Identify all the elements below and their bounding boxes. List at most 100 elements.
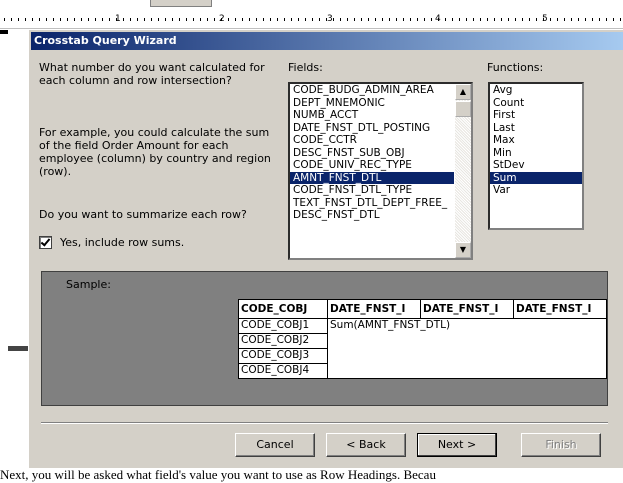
- ruler-tick: [18, 18, 19, 21]
- ruler-tick: [389, 18, 390, 21]
- ruler-tick: [508, 18, 509, 21]
- ruler-tick: [277, 18, 278, 21]
- field-item[interactable]: DEPT_MNEMONIC: [290, 97, 454, 110]
- ruler-tick: [522, 18, 523, 21]
- field-item[interactable]: DESC_FNST_SUB_OBJ: [290, 147, 454, 160]
- field-item[interactable]: DESC_FNST_DTL: [290, 209, 454, 222]
- sample-row-heading: CODE_COBJ2: [238, 333, 328, 349]
- sample-row-heading: CODE_COBJ3: [238, 348, 328, 364]
- ruler-tick: [144, 18, 145, 21]
- field-item[interactable]: CODE_CCTR: [290, 134, 454, 147]
- sample-row-heading: CODE_COBJ4: [238, 363, 328, 379]
- ruler-tick: [88, 18, 89, 21]
- ruler-tick: [312, 18, 313, 21]
- functions-label: Functions:: [487, 61, 544, 74]
- ruler-tick: [466, 18, 467, 21]
- ruler-tick: [60, 18, 61, 21]
- ruler-tick: [326, 18, 327, 21]
- ruler-tick: [214, 18, 215, 21]
- ruler-tick: [95, 18, 96, 21]
- ruler-tick: [620, 18, 621, 21]
- ruler-tick: [165, 18, 166, 21]
- row-sums-label[interactable]: Yes, include row sums.: [60, 236, 184, 249]
- ruler-tick: [592, 18, 593, 21]
- ruler-tick: [46, 18, 47, 21]
- field-item[interactable]: TEXT_FNST_DTL_DEPT_FREE_: [290, 197, 454, 210]
- ruler-tick: [172, 18, 173, 21]
- function-item[interactable]: Count: [490, 97, 582, 110]
- ruler-tick: [606, 18, 607, 21]
- sample-label: Sample:: [66, 278, 111, 291]
- ruler-tick: [410, 18, 411, 21]
- ruler-tick: [53, 18, 54, 21]
- ruler-tick: [473, 18, 474, 21]
- calculation-prompt: What number do you want calculated for e…: [39, 61, 265, 87]
- function-item[interactable]: Var: [490, 184, 582, 197]
- back-button[interactable]: < Back: [326, 433, 406, 457]
- ruler-tick: [361, 18, 362, 21]
- field-item[interactable]: CODE_UNIV_REC_TYPE: [290, 159, 454, 172]
- ruler-tick: [417, 18, 418, 21]
- ruler-tick: [81, 18, 82, 21]
- ruler-tick: [298, 18, 299, 21]
- ruler-tick: [74, 18, 75, 21]
- ruler-tick: [403, 18, 404, 21]
- ruler-tick: [116, 18, 117, 21]
- ruler-tick: [571, 18, 572, 21]
- ruler-tick: [382, 18, 383, 21]
- function-item[interactable]: StDev: [490, 159, 582, 172]
- field-item[interactable]: DATE_FNST_DTL_POSTING: [290, 122, 454, 135]
- ruler-tick: [137, 18, 138, 21]
- ruler-tick: [536, 18, 537, 21]
- ruler-number: 3: [327, 14, 333, 24]
- ruler-tick: [102, 18, 103, 21]
- function-item[interactable]: Max: [490, 134, 582, 147]
- sample-row-heading: CODE_COBJ1: [238, 318, 328, 334]
- ruler-tick: [186, 18, 187, 21]
- function-item[interactable]: Min: [490, 147, 582, 160]
- cancel-button[interactable]: Cancel: [235, 433, 315, 457]
- functions-listbox[interactable]: Avg Count First Last Max Min StDev Sum V…: [488, 82, 584, 230]
- dialog-title: Crosstab Query Wizard: [31, 32, 623, 50]
- ruler-indent-marker[interactable]: [150, 0, 212, 7]
- scroll-down-arrow-icon[interactable]: ▼: [455, 242, 471, 258]
- ruler-tick: [452, 18, 453, 21]
- ruler-tick: [25, 18, 26, 21]
- ruler-tick: [32, 18, 33, 21]
- scroll-thumb[interactable]: [455, 101, 471, 117]
- crosstab-wizard-dialog: Crosstab Query Wizard What number do you…: [28, 29, 623, 468]
- scroll-up-arrow-icon[interactable]: ▲: [455, 84, 471, 100]
- fields-listbox[interactable]: CODE_BUDG_ADMIN_AREA DEPT_MNEMONIC NUMB_…: [288, 82, 473, 260]
- ruler-tick: [424, 18, 425, 21]
- field-item[interactable]: CODE_FNST_DTL_TYPE: [290, 184, 454, 197]
- ruler-tick: [445, 18, 446, 21]
- row-sums-option[interactable]: Yes, include row sums.: [39, 236, 184, 249]
- ruler-tick: [459, 18, 460, 21]
- example-text: For example, you could calculate the sum…: [39, 126, 271, 178]
- ruler-tick: [480, 18, 481, 21]
- ruler-tick: [221, 18, 222, 21]
- button-separator: [41, 422, 608, 424]
- fields-scrollbar[interactable]: ▲ ▼: [455, 84, 471, 258]
- function-item[interactable]: Avg: [490, 84, 582, 97]
- ruler-tick: [39, 18, 40, 21]
- ruler-tick: [529, 18, 530, 21]
- finish-button[interactable]: Finish: [521, 433, 601, 457]
- ruler-tick: [368, 18, 369, 21]
- sample-header: CODE_COBJ: [238, 299, 328, 319]
- page-margin-marker: [8, 346, 28, 351]
- ruler-tick: [585, 18, 586, 21]
- ruler-tick: [431, 18, 432, 21]
- next-button[interactable]: Next >: [417, 433, 497, 457]
- ruler-tick: [501, 18, 502, 21]
- row-sums-checkbox[interactable]: [39, 236, 52, 249]
- ruler: 1 2 3 4 5: [0, 0, 623, 29]
- ruler-tick: [4, 18, 5, 21]
- field-item[interactable]: NUMB_ACCT: [290, 109, 454, 122]
- ruler-tick: [193, 18, 194, 21]
- function-item[interactable]: Last: [490, 122, 582, 135]
- field-item-selected[interactable]: AMNT_FNST_DTL: [290, 171, 454, 184]
- function-item-selected[interactable]: Sum: [490, 171, 582, 184]
- field-item[interactable]: CODE_BUDG_ADMIN_AREA: [290, 84, 454, 97]
- function-item[interactable]: First: [490, 109, 582, 122]
